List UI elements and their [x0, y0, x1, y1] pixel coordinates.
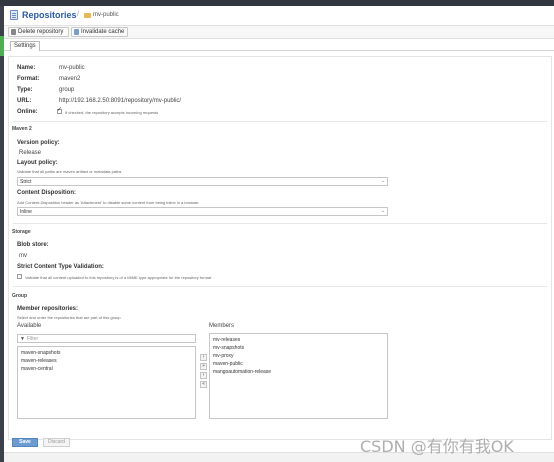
left-nav-strip [0, 6, 4, 462]
watermark: CSDN @有你有我OK [360, 437, 514, 456]
content-disposition-help: Add Content-Disposition header as 'Attac… [17, 200, 200, 205]
maven2-section-title: Maven 2 [12, 126, 32, 132]
filter-input[interactable]: ▼ Filter [17, 334, 196, 343]
member-repositories-help: Select and order the repositories that a… [17, 315, 121, 320]
breadcrumb-current: mv-public [93, 12, 119, 18]
group-section-title: Group [12, 293, 27, 299]
content-disposition-label: Content Disposition: [17, 190, 76, 196]
list-item[interactable]: maven-central [21, 366, 53, 372]
cache-icon [74, 29, 79, 35]
delete-icon [11, 29, 16, 35]
repository-icon [10, 10, 18, 20]
page-title[interactable]: Repositories [22, 10, 77, 20]
name-label: Name: [17, 65, 36, 71]
discard-button[interactable]: Discard [43, 438, 70, 447]
layout-policy-value: Strict [20, 179, 32, 185]
type-value: group [59, 87, 75, 93]
available-column-label: Available [17, 323, 42, 329]
layout-policy-help: Validate that all paths are maven artifa… [17, 169, 122, 174]
format-value: maven2 [59, 76, 81, 82]
content-disposition-select[interactable]: Inline ⌄ [17, 207, 388, 216]
divider [13, 286, 547, 287]
type-label: Type: [17, 87, 33, 93]
tab-bar: Settings [4, 39, 554, 51]
layout-policy-select[interactable]: Strict ⌄ [17, 177, 388, 186]
settings-panel: Name: mv-public Format: maven2 Type: gro… [8, 56, 552, 440]
layout-policy-label: Layout policy: [17, 160, 58, 166]
delete-repository-button[interactable]: Delete repository [8, 27, 69, 37]
members-column-label: Members [209, 323, 235, 329]
list-item[interactable]: mangoautomation-release [213, 369, 271, 375]
list-item[interactable]: maven-snapshots [21, 350, 60, 356]
format-label: Format: [17, 76, 40, 82]
available-list[interactable]: maven-snapshots maven-releases maven-cen… [17, 346, 196, 419]
member-repositories-label: Member repositories: [17, 306, 79, 312]
online-checkbox[interactable] [57, 106, 62, 114]
version-policy-value: Release [19, 150, 42, 156]
members-list[interactable]: mv-releases mv-snapshots mv-proxy maven-… [209, 333, 388, 419]
save-button[interactable]: Save [12, 438, 38, 447]
strict-validation-help: Validate that all content uploaded to th… [25, 275, 212, 280]
strict-validation-checkbox[interactable] [17, 274, 22, 279]
blob-store-label: Blob store: [17, 242, 49, 248]
page-header: Repositories / mv-public [4, 6, 554, 26]
delete-repository-label: Delete repository [18, 29, 64, 35]
strict-validation-label: Strict Content Type Validation: [17, 264, 104, 270]
invalidate-cache-label: Invalidate cache [81, 29, 125, 35]
list-item[interactable]: maven-releases [21, 358, 57, 364]
chevron-down-icon: ⌄ [380, 178, 385, 184]
name-value: mv-public [59, 65, 85, 71]
filter-placeholder: Filter [27, 336, 39, 342]
storage-section-title: Storage [12, 229, 31, 235]
move-all-left-button[interactable]: « [200, 381, 207, 388]
list-item[interactable]: maven-public [213, 361, 243, 367]
move-all-right-button[interactable]: » [200, 363, 207, 370]
version-policy-label: Version policy: [17, 140, 60, 146]
blob-store-value: mv [19, 253, 27, 259]
list-item[interactable]: mv-snapshots [213, 345, 244, 351]
breadcrumb-separator: / [77, 11, 79, 18]
url-value[interactable]: http://192.168.2.50:8091/repository/mv-p… [59, 98, 181, 104]
move-left-button[interactable]: ‹ [200, 372, 207, 379]
url-label: URL: [17, 98, 32, 104]
tab-settings[interactable]: Settings [10, 41, 40, 51]
toolbar: Delete repository Invalidate cache [4, 26, 554, 39]
online-label: Online: [17, 109, 38, 115]
move-right-button[interactable]: › [200, 354, 207, 361]
filter-icon: ▼ [20, 336, 25, 342]
folder-icon [84, 13, 91, 18]
list-item[interactable]: mv-proxy [213, 353, 234, 359]
list-item[interactable]: mv-releases [213, 337, 240, 343]
divider [13, 121, 547, 122]
chevron-down-icon: ⌄ [380, 208, 385, 214]
content-disposition-value: Inline [20, 209, 32, 215]
invalidate-cache-button[interactable]: Invalidate cache [71, 27, 128, 37]
online-help: If checked, the repository accepts incom… [65, 110, 159, 115]
divider [13, 223, 547, 224]
